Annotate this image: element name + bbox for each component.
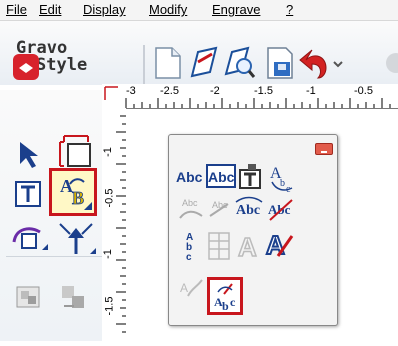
toolbar-separator — [143, 45, 145, 85]
abc-wave-gray-icon: A — [180, 279, 203, 297]
ruler-left[interactable]: -1 -0.5 -1 -1.5 — [102, 108, 127, 341]
vertical-text-tool[interactable]: A b c — [178, 230, 204, 264]
abc-rotate-gray-icon: Abc — [209, 200, 229, 217]
vertical-abc-icon: A b c — [186, 232, 193, 263]
node-path-icon — [12, 227, 48, 250]
save-document-icon — [267, 47, 293, 79]
close-icon[interactable] — [315, 143, 333, 155]
ruler-top-label: -2 — [210, 85, 220, 97]
new-document-icon — [155, 47, 181, 79]
abc-path-gray-icon: Abc — [179, 198, 203, 219]
preview-button[interactable] — [222, 46, 256, 80]
align-objects-icon — [16, 286, 40, 308]
select-tool-button[interactable] — [16, 140, 46, 170]
svg-text:c: c — [186, 252, 192, 263]
distribute-tool-button[interactable] — [58, 282, 88, 312]
ruler-left-label: -1 — [101, 147, 114, 157]
ruler-left-label: -0.5 — [103, 188, 116, 208]
menu-help[interactable]: ? — [286, 2, 293, 17]
grid-table-gray-icon — [208, 232, 230, 260]
ruler-left-label: -1.5 — [103, 296, 116, 316]
svg-text:Abc: Abc — [182, 198, 198, 208]
text-tool-button[interactable] — [14, 178, 46, 210]
svg-text:A: A — [238, 232, 257, 262]
menu-edit[interactable]: Edit — [39, 2, 61, 17]
undo-arrow-icon — [299, 49, 327, 79]
ruler-top-label: -1 — [306, 85, 316, 97]
menu-modify[interactable]: Modify — [149, 2, 187, 17]
abc-frame-text-tool[interactable]: Abc — [206, 164, 236, 188]
svg-text:A: A — [266, 230, 285, 260]
undo-button[interactable] — [296, 46, 330, 80]
logo-line2: Style — [36, 55, 88, 75]
text-on-arc-tool[interactable]: A b c — [266, 162, 294, 195]
ruler-top-label: -1.5 — [254, 85, 273, 97]
align-tool-button[interactable] — [14, 282, 44, 312]
ruler-top[interactable]: -3 -2.5 -2 -1.5 -1 -0.5 — [102, 84, 398, 109]
next-tool-button[interactable] — [382, 46, 398, 80]
anchor-arrow-icon — [59, 223, 96, 254]
text-edit-tool[interactable]: A — [264, 228, 294, 261]
text-effects-tool-highlight — [49, 168, 97, 216]
menu-bar: File Edit Display Modify Engrave ? — [0, 0, 398, 21]
svg-text:Abc: Abc — [236, 203, 260, 218]
text-path-tool-disabled: Abc — [178, 196, 204, 222]
rectangle-dimension-icon — [59, 135, 91, 167]
undo-dropdown-button[interactable] — [330, 46, 346, 80]
magnifier-preview-icon — [224, 46, 256, 78]
t-stamp-icon — [239, 164, 261, 189]
logo-mark-icon — [13, 54, 39, 80]
text-t-icon — [15, 181, 41, 207]
gravostyle-logo: Gravo Style — [6, 20, 126, 80]
text-table-tool-disabled — [206, 230, 232, 262]
new-document-button[interactable] — [150, 46, 184, 80]
chevron-down-icon — [333, 61, 343, 68]
menu-display[interactable]: Display — [83, 2, 126, 17]
abc-distort-icon: Abc — [268, 199, 293, 221]
text-kerning-tool-disabled: A — [178, 272, 204, 302]
ruler-top-label: -2.5 — [160, 85, 179, 97]
svg-text:A: A — [180, 281, 188, 295]
ruler-top-label: -3 — [126, 85, 136, 97]
abc-envelope-icon: Abc — [235, 196, 263, 218]
a-pencil-icon: A — [265, 229, 294, 261]
gray-circle-icon — [386, 53, 398, 73]
open-pen-icon — [190, 46, 218, 78]
text-envelope-tool[interactable]: Abc — [234, 194, 264, 222]
transform-tool-button[interactable] — [56, 220, 96, 256]
svg-text:b: b — [280, 178, 285, 189]
rectangle-tool-button[interactable] — [58, 134, 94, 170]
menu-file[interactable]: File — [6, 2, 27, 17]
node-edit-tool-button[interactable] — [10, 220, 50, 256]
abc-arc-icon: A b c — [270, 165, 293, 195]
ruler-left-label: -1 — [101, 249, 114, 259]
abc-text-tool[interactable]: Abc — [176, 164, 208, 190]
outline-a-gray-icon: A — [237, 231, 258, 263]
arrow-pointer-icon — [20, 142, 38, 168]
vertical-text-on-path-highlight — [207, 277, 243, 315]
outline-text-tool-disabled: A — [234, 230, 262, 263]
panel-divider — [6, 256, 102, 257]
engrave-text-tool[interactable] — [238, 162, 264, 190]
distribute-objects-icon — [62, 286, 84, 308]
text-distort-tool[interactable]: Abc — [266, 194, 294, 222]
ruler-top-label: -0.5 — [354, 85, 373, 97]
text-rotate-tool-disabled: Abc — [206, 196, 232, 222]
open-file-button[interactable] — [188, 46, 222, 80]
save-button[interactable] — [262, 46, 296, 80]
menu-engrave[interactable]: Engrave — [212, 2, 260, 17]
